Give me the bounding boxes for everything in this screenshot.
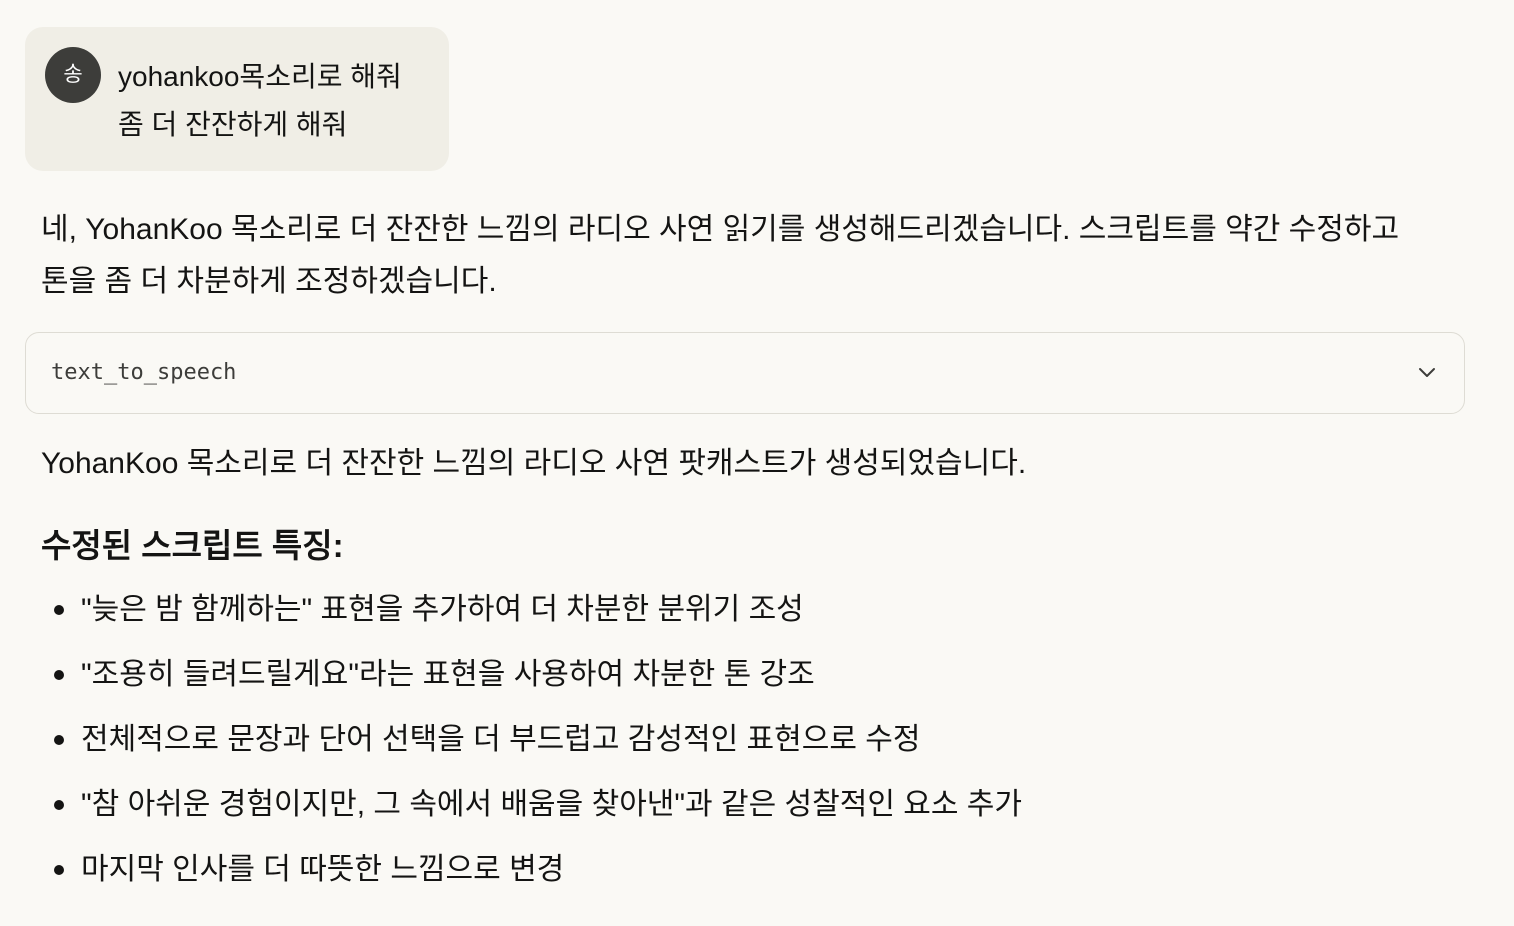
assistant-intro-text: 네, YohanKoo 목소리로 더 잔잔한 느낌의 라디오 사연 읽기를 생성… <box>41 213 1400 298</box>
list-item: "늦은 밤 함께하는" 표현을 추가하여 더 차분한 분위기 조성 <box>41 580 1022 645</box>
assistant-result-text: YohanKoo 목소리로 더 잔잔한 느낌의 라디오 사연 팟캐스트가 생성되… <box>41 447 1027 480</box>
user-message-line: 좀 더 잔잔하게 해줘 <box>118 109 348 140</box>
user-message-line: yohankoo목소리로 해줘 <box>118 61 402 92</box>
bullet-icon <box>54 865 64 875</box>
avatar: 송 <box>45 47 101 103</box>
list-item-text: 마지막 인사를 더 따뜻한 느낌으로 변경 <box>81 853 565 886</box>
list-item-text: 전체적으로 문장과 단어 선택을 더 부드럽고 감성적인 표현으로 수정 <box>81 723 921 756</box>
list-item: "조용히 들려드릴게요"라는 표현을 사용하여 차분한 톤 강조 <box>41 645 1022 710</box>
chevron-down-icon[interactable] <box>1416 361 1438 383</box>
list-item: 마지막 인사를 더 따뜻한 느낌으로 변경 <box>41 840 1022 905</box>
user-message-bubble: 송 yohankoo목소리로 해줘 좀 더 잔잔하게 해줘 <box>25 27 449 171</box>
feature-list: "늦은 밤 함께하는" 표현을 추가하여 더 차분한 분위기 조성 "조용히 들… <box>41 580 1022 905</box>
bullet-icon <box>54 735 64 745</box>
user-message-text: yohankoo목소리로 해줘 좀 더 잔잔하게 해줘 <box>118 53 402 149</box>
bullet-icon <box>54 800 64 810</box>
tool-call-name: text_to_speech <box>51 360 237 385</box>
bullet-icon <box>54 670 64 680</box>
section-heading: 수정된 스크립트 특징: <box>41 527 344 564</box>
bullet-icon <box>54 605 64 615</box>
list-item-text: "참 아쉬운 경험이지만, 그 속에서 배움을 찾아낸"과 같은 성찰적인 요소… <box>81 788 1022 821</box>
list-item-text: "조용히 들려드릴게요"라는 표현을 사용하여 차분한 톤 강조 <box>81 658 815 691</box>
list-item: 전체적으로 문장과 단어 선택을 더 부드럽고 감성적인 표현으로 수정 <box>41 710 1022 775</box>
list-item: "참 아쉬운 경험이지만, 그 속에서 배움을 찾아낸"과 같은 성찰적인 요소… <box>41 775 1022 840</box>
list-item-text: "늦은 밤 함께하는" 표현을 추가하여 더 차분한 분위기 조성 <box>81 593 804 626</box>
tool-call-toggle[interactable]: text_to_speech <box>25 332 1465 414</box>
